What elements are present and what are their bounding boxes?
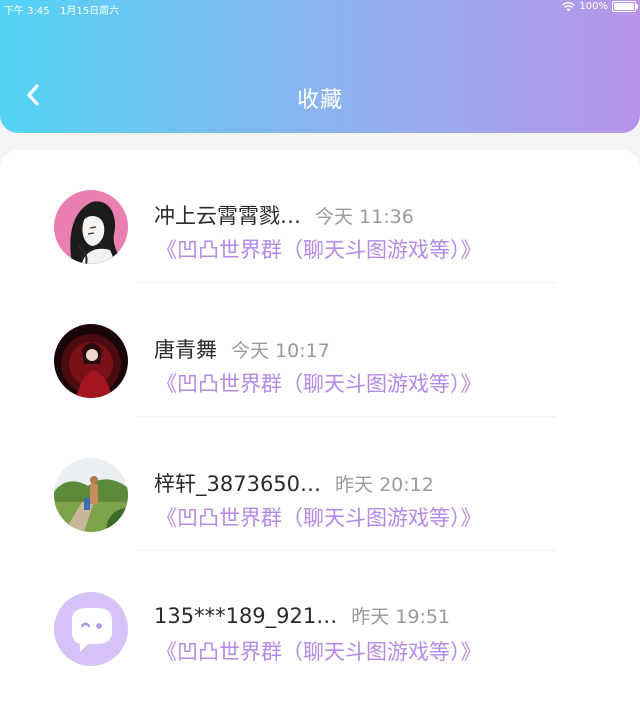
group-link[interactable]: 《凹凸世界群（聊天斗图游戏等）》 [156,502,482,532]
contact-name-text: 冲上云霄霄戮… [154,204,301,228]
anime-avatar-icon [54,190,128,264]
list-item[interactable]: 梓轩_3873650… 昨天 20:12 《凹凸世界群（聊天斗图游戏等）》 [0,418,640,552]
photo-avatar-icon [54,458,128,532]
contact-name-text: 梓轩_3873650… [154,472,322,496]
contact-name: 梓轩_3873650… 昨天 20:12 [154,468,434,498]
status-date: 1月15日周六 [60,6,120,17]
status-time: 下午 3:45 [4,6,50,17]
contact-name: 唐青舞 今天 10:17 [154,334,330,364]
list-item[interactable]: 唐青舞 今天 10:17 《凹凸世界群（聊天斗图游戏等）》 [0,284,640,418]
list-item[interactable]: 135***189_921… 昨天 19:51 《凹凸世界群（聊天斗图游戏等）》 [0,552,640,686]
divider [136,282,556,283]
divider [136,416,556,417]
favorite-time: 昨天 20:12 [335,474,434,496]
dark-red-avatar-icon [54,324,128,398]
contact-name: 135***189_921… 昨天 19:51 [154,602,450,629]
group-link[interactable]: 《凹凸世界群（聊天斗图游戏等）》 [156,368,482,398]
status-right: 100% [562,1,638,12]
avatar[interactable] [54,458,128,532]
list-item[interactable]: 冲上云霄霄戮… 今天 11:36 《凹凸世界群（聊天斗图游戏等）》 [0,150,640,284]
avatar[interactable] [54,324,128,398]
favorite-time: 昨天 19:51 [351,606,451,628]
contact-name-text: 唐青舞 [154,338,217,362]
header-bar: 下午 3:45 1月15日周六 100% 收藏 [0,0,640,133]
favorites-list: 冲上云霄霄戮… 今天 11:36 《凹凸世界群（聊天斗图游戏等）》 唐青舞 今天 1… [0,150,640,710]
wifi-icon [562,1,576,11]
group-link[interactable]: 《凹凸世界群（聊天斗图游戏等）》 [156,234,482,264]
avatar[interactable] [54,190,128,264]
avatar[interactable] [54,592,128,666]
battery-percent: 100% [579,1,608,12]
default-chat-avatar-icon [54,592,128,666]
contact-name-text: 135***189_921… [154,604,338,628]
favorite-time: 今天 10:17 [231,340,330,362]
divider [136,550,556,551]
contact-name: 冲上云霄霄戮… 今天 11:36 [154,200,414,230]
battery-icon [612,1,638,12]
page-title: 收藏 [296,88,343,113]
status-bar: 下午 3:45 1月15日周六 100% [0,0,640,17]
favorite-time: 今天 11:36 [315,206,414,228]
group-link[interactable]: 《凹凸世界群（聊天斗图游戏等）》 [156,636,482,666]
